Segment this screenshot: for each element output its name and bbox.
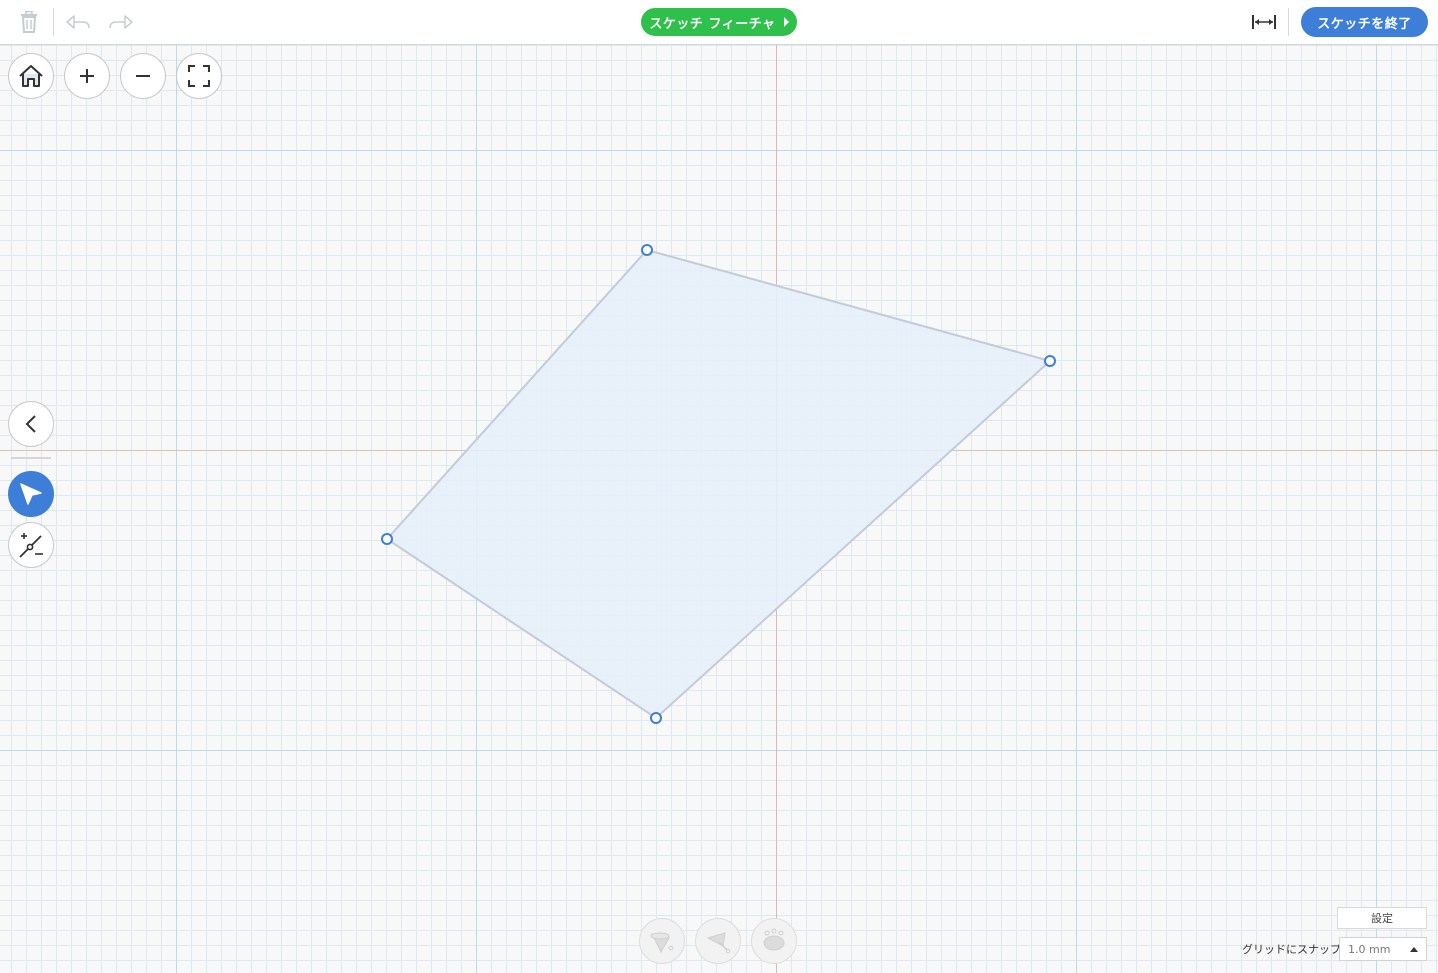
redo-icon[interactable] — [107, 8, 135, 36]
chevron-left-icon — [25, 415, 36, 433]
caret-up-icon — [1410, 947, 1418, 952]
finish-sketch-button[interactable]: スケッチを終了 — [1301, 7, 1428, 37]
sketch-layer — [381, 244, 1056, 724]
minus-icon — [136, 75, 150, 77]
sketch-feature-label: スケッチ フィーチャ — [649, 16, 776, 32]
sketch-point[interactable] — [381, 533, 393, 545]
snap-increment-value: 1.0 mm — [1348, 942, 1391, 956]
zoom-out-button[interactable] — [120, 53, 166, 99]
select-tool-button[interactable] — [8, 471, 54, 517]
pointer-arrow-icon — [20, 483, 42, 505]
toolbar-divider — [1288, 8, 1289, 36]
fit-screen-button[interactable] — [176, 53, 222, 99]
caret-right-icon — [783, 17, 789, 27]
feature-organic-icon — [763, 928, 785, 951]
toolbar-divider — [53, 8, 54, 36]
sketch-feature-button[interactable]: スケッチ フィーチャ — [641, 8, 797, 36]
feature-organic-button[interactable] — [751, 918, 797, 964]
collapse-tools-button[interactable] — [8, 401, 54, 447]
snap-increment-select[interactable]: 1.0 mm — [1339, 937, 1427, 961]
sketch-polygon[interactable] — [385, 248, 1053, 720]
feature-cone-icon — [650, 932, 674, 954]
zoom-in-button[interactable] — [64, 53, 110, 99]
settings-button[interactable]: 設定 — [1337, 907, 1427, 929]
home-icon — [19, 65, 43, 87]
feature-tilt-button[interactable] — [695, 918, 741, 964]
feature-cone-button[interactable] — [639, 918, 685, 964]
top-toolbar: スケッチ フィーチャ スケッチを終了 — [0, 0, 1438, 45]
fit-screen-icon — [188, 65, 210, 87]
tools-divider — [11, 457, 51, 459]
plus-icon — [80, 69, 94, 83]
horizontal-dimension-icon[interactable] — [1250, 8, 1278, 36]
feature-tilt-icon — [706, 932, 731, 954]
undo-icon[interactable] — [64, 8, 92, 36]
add-remove-point-icon — [19, 533, 43, 558]
snap-to-grid-label: グリッドにスナップ — [1242, 943, 1341, 956]
sketch-point[interactable] — [641, 244, 653, 256]
sketch-point[interactable] — [650, 712, 662, 724]
add-remove-point-button[interactable] — [8, 522, 54, 568]
sketch-canvas[interactable] — [0, 45, 1438, 973]
sketch-point[interactable] — [1044, 355, 1056, 367]
trash-icon[interactable] — [15, 8, 43, 36]
home-button[interactable] — [8, 53, 54, 99]
